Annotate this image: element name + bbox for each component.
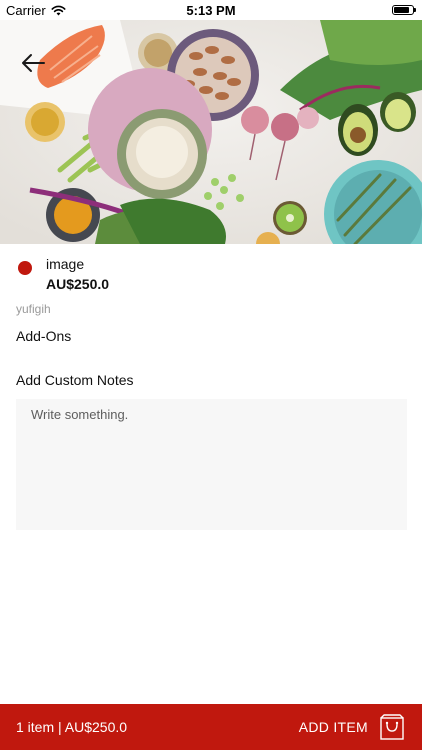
item-detail-screen: Carrier 5:13 PM image AU$250.0 yufigih A… bbox=[0, 0, 422, 750]
wifi-icon bbox=[51, 5, 66, 15]
back-button[interactable] bbox=[20, 53, 50, 75]
food-ingredients-illustration bbox=[0, 20, 422, 244]
status-left: Carrier bbox=[0, 3, 66, 18]
status-bar: Carrier 5:13 PM bbox=[0, 0, 422, 20]
product-name: image bbox=[46, 256, 85, 272]
product-info: image AU$250.0 bbox=[0, 256, 422, 296]
bottom-cart-bar: 1 item | AU$250.0 ADD ITEM bbox=[0, 704, 422, 750]
custom-notes-heading: Add Custom Notes bbox=[16, 372, 134, 388]
battery-fill bbox=[394, 7, 410, 13]
addons-heading: Add-Ons bbox=[16, 328, 72, 344]
custom-notes-input[interactable] bbox=[16, 399, 407, 530]
item-indicator-dot bbox=[18, 261, 32, 275]
status-right bbox=[392, 5, 422, 15]
cart-summary: 1 item | AU$250.0 bbox=[16, 719, 128, 735]
add-item-label: ADD ITEM bbox=[298, 719, 368, 735]
battery-icon bbox=[392, 5, 416, 15]
add-item-button[interactable]: ADD ITEM bbox=[299, 714, 422, 740]
arrow-left-icon bbox=[22, 54, 45, 72]
product-description: yufigih bbox=[16, 302, 51, 316]
carrier-label: Carrier bbox=[6, 2, 46, 18]
shopping-bag-icon bbox=[380, 714, 404, 740]
product-image bbox=[0, 20, 422, 244]
product-price: AU$250.0 bbox=[46, 276, 110, 292]
